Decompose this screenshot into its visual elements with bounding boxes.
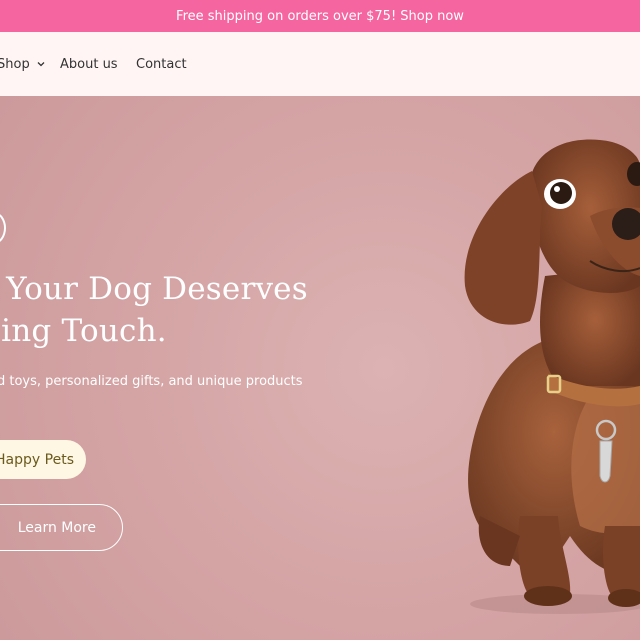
chevron-down-icon	[37, 62, 45, 67]
announcement-text[interactable]: Free shipping on orders over $75! Shop n…	[176, 9, 464, 24]
learn-more-button[interactable]: Learn More	[0, 504, 123, 551]
nav-item-about[interactable]: About us	[60, 32, 118, 96]
announcement-bar[interactable]: Free shipping on orders over $75! Shop n…	[0, 0, 640, 32]
nav-item-shop-label: Shop	[0, 56, 30, 72]
dog-eye-glint-left	[554, 186, 560, 192]
learn-more-label: Learn More	[17, 519, 96, 536]
dog-tag	[599, 440, 613, 483]
hero-badge-icon	[0, 212, 6, 244]
nav-item-about-label: About us	[60, 56, 118, 72]
hero-section: g Your Dog Deserves rling Touch. d toys,…	[0, 96, 640, 640]
dog-paw-left	[524, 586, 572, 606]
nav-item-contact[interactable]: Contact	[136, 32, 187, 96]
shop-happy-pets-label: Happy Pets	[0, 451, 74, 468]
dachshund-image	[464, 139, 640, 614]
nav-item-contact-label: Contact	[136, 56, 187, 72]
main-nav: Shop About us Contact	[0, 32, 640, 96]
shop-happy-pets-button[interactable]: Happy Pets	[0, 440, 86, 479]
dog-pupil-left	[550, 182, 572, 204]
dog-ear	[464, 171, 542, 325]
hero-title: g Your Dog Deserves rling Touch.	[0, 268, 336, 352]
page: Free shipping on orders over $75! Shop n…	[0, 0, 640, 640]
hero-title-line-2: rling Touch.	[0, 313, 167, 349]
hero-title-line-1: g Your Dog Deserves	[0, 271, 308, 307]
nav-item-shop[interactable]: Shop	[0, 32, 46, 96]
hero-subtitle: d toys, personalized gifts, and unique p…	[0, 374, 303, 389]
